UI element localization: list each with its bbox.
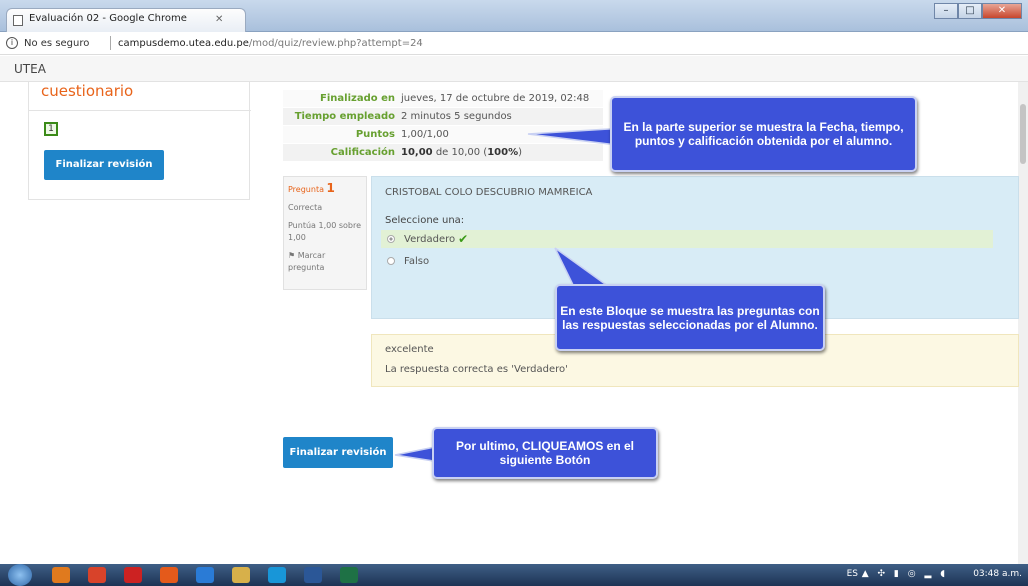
finish-review-sidebar-button[interactable]: Finalizar revisión [44,150,164,180]
question-grade: Puntúa 1,00 sobre 1,00 [288,221,362,242]
question-number-value: 1 [326,181,335,195]
quiz-navigation-block: cuestionario 1 Finalizar revisión [28,82,251,200]
grade-max: de 10,00 ( [432,147,488,158]
ie-icon[interactable] [196,567,214,583]
language-indicator[interactable]: ES [847,569,858,579]
flag-question-link[interactable]: ⚑ Marcar pregunta [288,250,362,274]
site-brand[interactable]: UTEA [14,62,46,76]
question-state: Correcta [288,203,323,212]
site-navbar: UTEA [0,56,1028,82]
info-icon[interactable]: i [6,37,18,49]
checkmark-icon: ✔ [458,232,469,246]
answer-prompt: Seleccione una: [385,215,465,226]
scrollbar-thumb[interactable] [1020,104,1026,164]
minimize-button[interactable]: – [934,3,958,19]
summary-value: 1,00/1,00 [401,129,449,140]
start-button[interactable] [8,564,32,586]
grade-close: ) [518,147,523,158]
question-prefix: Pregunta [288,185,324,194]
summary-label: Calificación [330,147,395,158]
firefox-icon[interactable] [52,567,70,583]
page-icon [13,15,23,26]
question-info-panel: Pregunta 1 Correcta Puntúa 1,00 sobre 1,… [283,176,367,290]
address-divider [110,36,111,50]
question-nav-button[interactable]: 1 [44,122,58,136]
browser-titlebar: Evaluación 02 - Google Chrome ✕ – □ ✕ [0,0,1028,32]
close-tab-icon[interactable]: ✕ [215,14,223,25]
close-window-button[interactable]: ✕ [982,3,1022,19]
callout-summary: En la parte superior se muestra la Fecha… [610,96,917,172]
summary-label: Puntos [355,129,395,140]
url-text[interactable]: campusdemo.utea.edu.pe/mod/quiz/review.p… [118,38,423,49]
clock[interactable]: 03:48 a.m. [973,569,1022,579]
flag-icon: ⚑ [288,251,296,260]
summary-value: jueves, 17 de octubre de 2019, 02:48 [401,93,590,104]
summary-label: Finalizado en [320,93,395,104]
summary-row-points: Puntos 1,00/1,00 [283,126,603,144]
question-text: CRISTOBAL COLO DESCUBRIO MAMREICA [385,187,593,198]
summary-label: Tiempo empleado [294,111,395,122]
word-icon[interactable] [304,567,322,583]
option-label: Falso [404,255,430,267]
url-host: campusdemo.utea.edu.pe [118,38,249,49]
callout-finish-button: Por ultimo, CLIQUEAMOS en el siguiente B… [432,427,658,479]
grade-percent: 100% [487,147,519,158]
tab-title: Evaluación 02 - Google Chrome [29,13,187,24]
security-indicator[interactable]: No es seguro [24,38,89,49]
answer-option-false[interactable]: Falso [381,252,993,270]
general-feedback: excelente [385,344,434,355]
url-path: /mod/quiz/review.php?attempt=24 [248,38,423,49]
callout-question-block: En este Bloque se muestra las preguntas … [555,284,825,351]
quiz-navigation-title: cuestionario [41,82,134,100]
finish-review-button[interactable]: Finalizar revisión [283,437,393,468]
chrome-icon[interactable] [88,567,106,583]
page-scrollbar[interactable] [1018,82,1028,564]
summary-value: 2 minutos 5 segundos [401,111,512,122]
system-tray-icons[interactable]: ▲ ✣ ▮ ◎ ▂ ◖ [862,569,948,579]
browser-tab[interactable]: Evaluación 02 - Google Chrome ✕ [6,8,246,32]
summary-row-finished: Finalizado en jueves, 17 de octubre de 20… [283,90,603,108]
radio-selected[interactable] [387,235,395,243]
excel-icon[interactable] [340,567,358,583]
block-divider [29,110,251,111]
skype-icon[interactable] [268,567,286,583]
media-icon[interactable] [160,567,178,583]
summary-value: 10,00 de 10,00 (100%) [401,147,522,158]
opera-icon[interactable] [124,567,142,583]
address-bar[interactable]: i No es seguro campusdemo.utea.edu.pe/mo… [0,33,1028,55]
maximize-button[interactable]: □ [958,3,982,19]
windows-taskbar: ES ▲ ✣ ▮ ◎ ▂ ◖ 03:48 a.m. [0,564,1028,586]
option-label: Verdadero [404,233,456,245]
window-controls: – □ ✕ [934,3,1022,19]
folder-icon[interactable] [232,567,250,583]
answer-option-true[interactable]: Verdadero ✔ [381,230,993,248]
attempt-summary-table: Finalizado en jueves, 17 de octubre de 20… [283,90,603,162]
summary-row-grade: Calificación 10,00 de 10,00 (100%) [283,144,603,162]
radio-unselected[interactable] [387,257,395,265]
question-number: Pregunta 1 [288,182,362,196]
correct-answer-text: La respuesta correcta es 'Verdadero' [385,364,568,375]
summary-row-time: Tiempo empleado 2 minutos 5 segundos [283,108,603,126]
grade-value: 10,00 [401,147,433,158]
